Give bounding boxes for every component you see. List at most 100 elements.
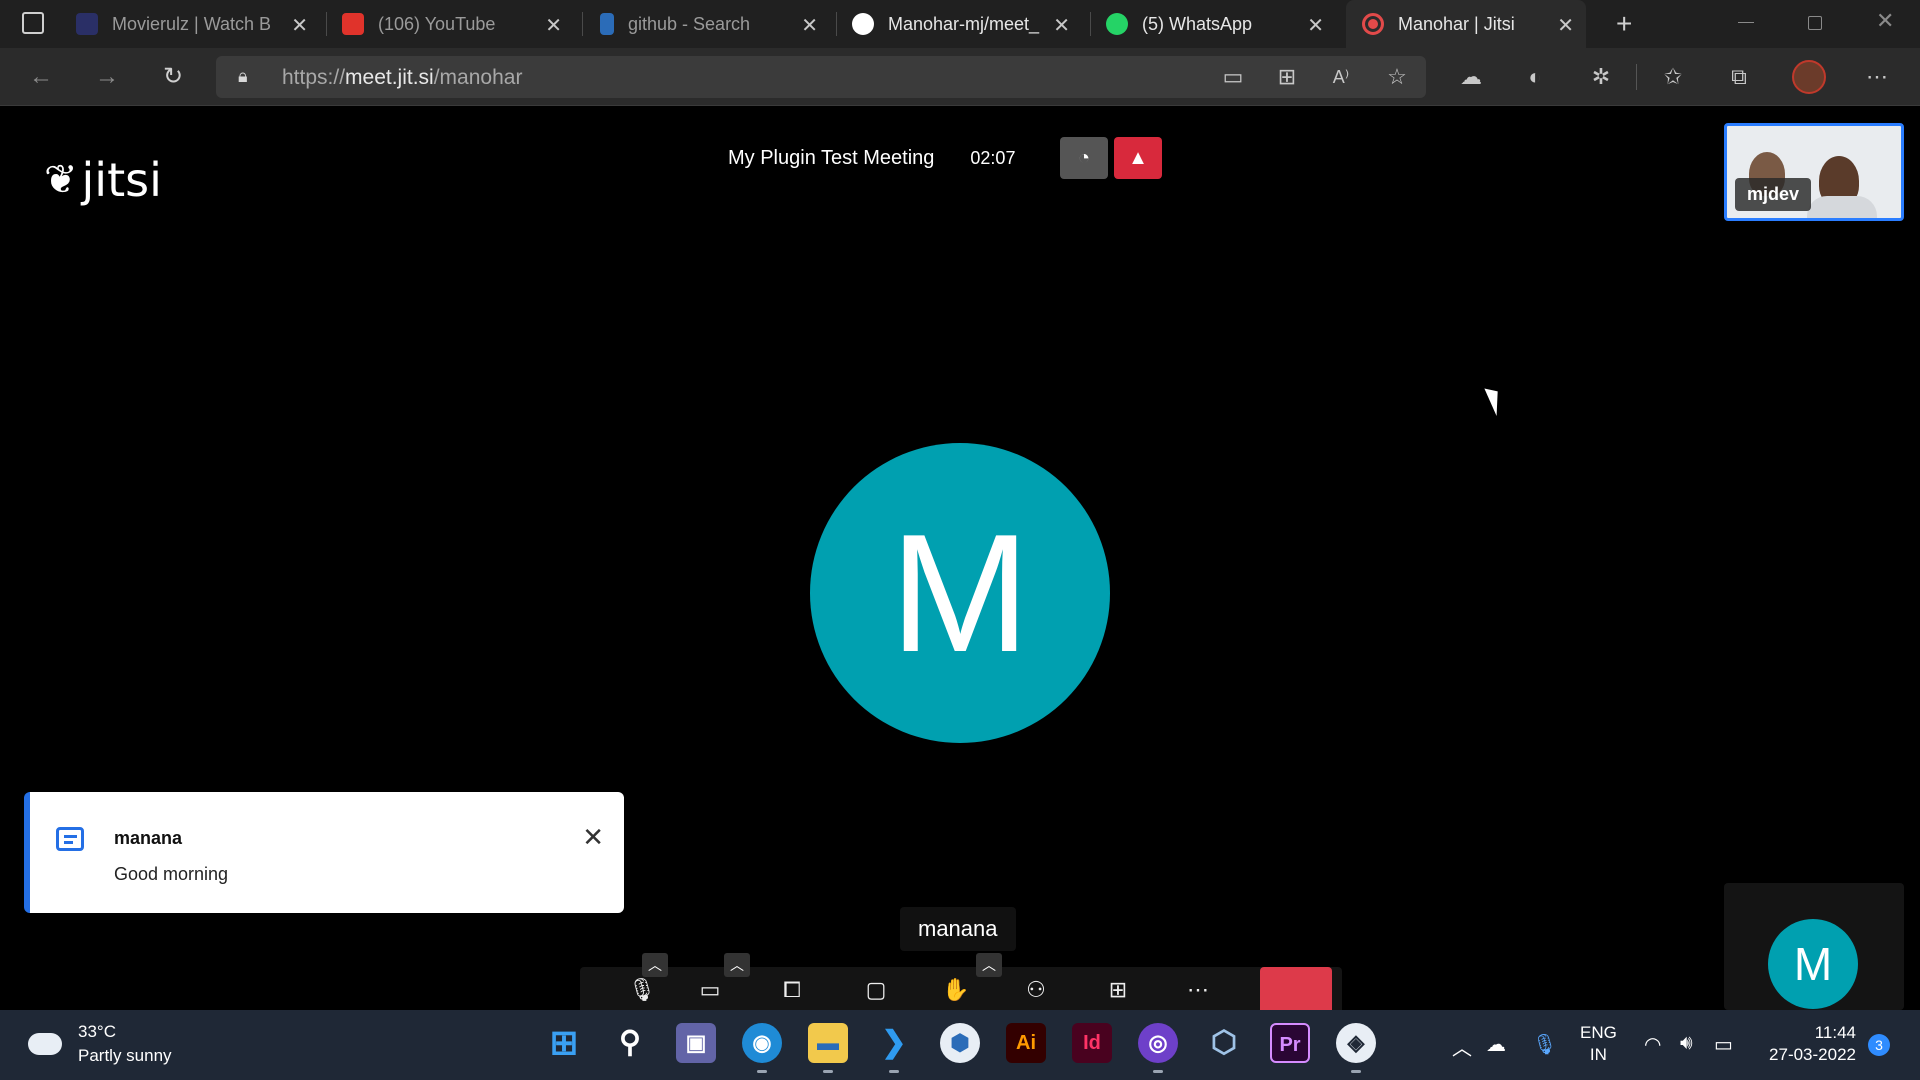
chat-notification[interactable]: manana Good morning ✕ xyxy=(24,792,624,913)
windows-taskbar: 33°C Partly sunny ⊞ ⚲ ▣ ◉ ▬ ❯ ⬢ Ai Id ◎ … xyxy=(0,1010,1920,1080)
whatsapp-icon xyxy=(1106,13,1128,35)
close-notification-icon[interactable]: ✕ xyxy=(582,822,604,853)
illustrator-icon[interactable]: Ai xyxy=(1006,1023,1046,1063)
tile-view-button[interactable]: ⊞ xyxy=(1100,977,1136,1010)
hang-up-button[interactable] xyxy=(1260,967,1332,1010)
local-video-tile[interactable]: M xyxy=(1724,883,1904,1010)
url-text[interactable]: https://meet.jit.si/manohar xyxy=(282,66,522,90)
tab-title: Movierulz | Watch B xyxy=(112,13,272,34)
collections-icon[interactable]: ⧉ xyxy=(1722,60,1756,94)
edge-icon[interactable]: ◉ xyxy=(742,1023,782,1063)
more-actions-button[interactable]: ⋯ xyxy=(1180,977,1216,1010)
running-indicator xyxy=(823,1070,833,1073)
onedrive-icon[interactable]: ☁ xyxy=(1486,1032,1506,1057)
close-tab-icon[interactable]: ✕ xyxy=(545,13,562,38)
new-tab-icon[interactable]: + xyxy=(1616,8,1632,40)
add-favorite-icon[interactable]: ☆ xyxy=(1380,60,1414,94)
close-tab-icon[interactable]: ✕ xyxy=(1557,13,1574,38)
lock-icon[interactable]: 🔒︎ xyxy=(238,66,248,87)
remote-video-thumbnail[interactable]: mjdev xyxy=(1724,123,1904,221)
participant-name: mjdev xyxy=(1735,178,1812,211)
dark-reader-icon[interactable]: ◐ xyxy=(1518,60,1552,94)
camera-permission-icon[interactable]: ▭ xyxy=(1216,60,1250,94)
settings-more-icon[interactable]: ⋯ xyxy=(1860,60,1894,94)
wifi-icon[interactable]: ◠ xyxy=(1644,1032,1661,1057)
windows-start-icon[interactable]: ⊞ xyxy=(544,1023,584,1063)
tab-title: Manohar-mj/meet_ xyxy=(888,13,1040,34)
video-settings-chevron-icon[interactable]: ︿ xyxy=(724,953,750,977)
system-clock[interactable]: 11:44 27-03-2022 xyxy=(1760,1022,1856,1066)
tab-actions-icon[interactable] xyxy=(22,12,44,34)
tab-movierulz[interactable]: Movierulz | Watch B ✕ xyxy=(76,0,320,48)
reload-icon[interactable]: ↻ xyxy=(156,60,190,94)
github-icon xyxy=(852,13,874,35)
virtualbox-icon[interactable]: ⬡ xyxy=(1204,1023,1244,1063)
tab-whatsapp[interactable]: (5) WhatsApp ✕ xyxy=(1106,0,1336,48)
tab-title: github - Search xyxy=(628,13,751,34)
back-icon[interactable]: ← xyxy=(24,60,58,94)
extension-icon[interactable]: ☁ xyxy=(1454,60,1488,94)
language-indicator[interactable]: ENG IN xyxy=(1580,1022,1617,1066)
teams-icon[interactable]: ▣ xyxy=(676,1023,716,1063)
close-tab-icon[interactable]: ✕ xyxy=(801,13,818,38)
extensions-icon[interactable]: ✲ xyxy=(1584,60,1618,94)
browser-address-row: ← → ↻ 🔒︎ https://meet.jit.si/manohar ▭ ⊞… xyxy=(0,48,1920,106)
jitsi-logo[interactable]: ❦ jitsi xyxy=(44,153,162,207)
file-explorer-icon[interactable]: ▬ xyxy=(808,1023,848,1063)
favorites-icon[interactable]: ✩ xyxy=(1656,60,1690,94)
address-bar[interactable]: 🔒︎ https://meet.jit.si/manohar ▭ ⊞ A⁾ ☆ xyxy=(216,56,1426,98)
chat-button[interactable]: ▢ xyxy=(858,977,894,1010)
gauge-icon: ◔ xyxy=(1077,147,1091,169)
close-window-icon[interactable]: ✕ xyxy=(1876,8,1894,34)
close-tab-icon[interactable]: ✕ xyxy=(1053,13,1070,38)
tab-bing-search[interactable]: github - Search ✕ xyxy=(600,0,830,48)
github-desktop-icon[interactable]: ◎ xyxy=(1138,1023,1178,1063)
microphone-in-use-icon[interactable]: 🎙︎ xyxy=(1532,1032,1557,1057)
temperature: 33°C xyxy=(78,1022,116,1041)
volume-icon[interactable]: 🔊︎ xyxy=(1680,1032,1693,1055)
minimize-icon[interactable] xyxy=(1738,22,1754,23)
audio-settings-chevron-icon[interactable]: ︿ xyxy=(642,953,668,977)
reactions-chevron-icon[interactable]: ︿ xyxy=(976,953,1002,977)
vscode-icon[interactable]: ❯ xyxy=(874,1023,914,1063)
tab-title: (106) YouTube xyxy=(378,13,496,34)
app-available-icon[interactable]: ⊞ xyxy=(1270,60,1304,94)
indesign-icon[interactable]: Id xyxy=(1072,1023,1112,1063)
notification-badge[interactable]: 3 xyxy=(1868,1034,1890,1056)
running-indicator xyxy=(757,1070,767,1073)
meeting-subject: My Plugin Test Meeting xyxy=(728,146,935,169)
region-code: IN xyxy=(1589,1045,1607,1064)
participants-button[interactable]: ⚇ xyxy=(1018,977,1054,1010)
profile-avatar[interactable] xyxy=(1792,60,1826,94)
microphone-button[interactable]: 🎙︎ xyxy=(624,977,660,1010)
premiere-icon[interactable]: Pr xyxy=(1270,1023,1310,1063)
speaker-stats-button[interactable]: ◔ xyxy=(1060,137,1108,179)
screen-share-button[interactable]: ⧠ xyxy=(774,977,810,1010)
tab-separator xyxy=(836,12,837,36)
tab-separator xyxy=(326,12,327,36)
raise-hand-button[interactable]: ✋ xyxy=(938,977,974,1010)
close-tab-icon[interactable]: ✕ xyxy=(1307,13,1324,38)
search-icon[interactable]: ⚲ xyxy=(610,1023,650,1063)
running-indicator xyxy=(1351,1070,1361,1073)
tab-youtube[interactable]: (106) YouTube ✕ xyxy=(342,0,574,48)
restore-icon[interactable] xyxy=(1808,16,1822,30)
tab-github[interactable]: Manohar-mj/meet_ ✕ xyxy=(852,0,1082,48)
battery-icon[interactable]: ▭ xyxy=(1714,1032,1733,1057)
logo-text: jitsi xyxy=(81,153,162,207)
warning-button[interactable]: ▲ xyxy=(1114,137,1162,179)
recording-icon xyxy=(1362,13,1384,35)
app-icon[interactable]: ⬢ xyxy=(940,1023,980,1063)
show-hidden-icons-chevron-icon[interactable]: ︿ xyxy=(1452,1032,1472,1061)
close-tab-icon[interactable]: ✕ xyxy=(291,13,308,38)
language-code: ENG xyxy=(1580,1023,1617,1042)
forward-icon[interactable]: → xyxy=(90,60,124,94)
jitsi-app-icon[interactable]: ◈ xyxy=(1336,1023,1376,1063)
tab-jitsi[interactable]: Manohar | Jitsi ✕ xyxy=(1346,0,1586,48)
read-aloud-icon[interactable]: A⁾ xyxy=(1324,60,1358,94)
notification-message: Good morning xyxy=(114,864,229,884)
camera-button[interactable]: ▭ xyxy=(692,977,728,1010)
weather-widget[interactable]: 33°C Partly sunny xyxy=(24,1022,172,1066)
weather-condition: Partly sunny xyxy=(78,1046,172,1065)
chat-icon xyxy=(56,827,84,851)
